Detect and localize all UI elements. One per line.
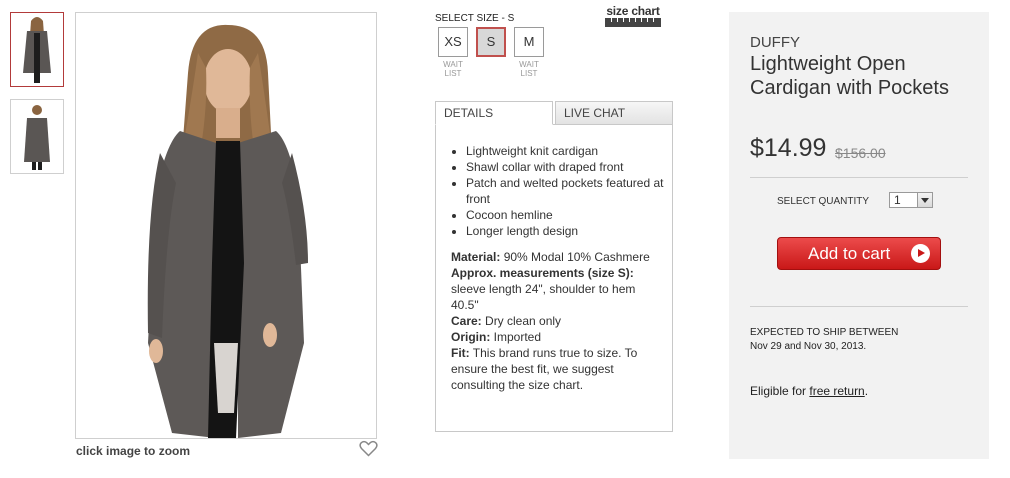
ship-estimate-heading: EXPECTED TO SHIP BETWEEN bbox=[750, 327, 899, 338]
ship-estimate-dates: Nov 29 and Nov 30, 2013. bbox=[750, 341, 867, 352]
size-chart-link[interactable]: size chart bbox=[605, 5, 661, 27]
quantity-value: 1 bbox=[894, 193, 901, 207]
buy-box: DUFFY Lightweight Open Cardigan with Poc… bbox=[729, 12, 989, 459]
size-option-m[interactable]: M bbox=[514, 27, 544, 57]
measure-label: Approx. measurements (size S): bbox=[451, 266, 634, 280]
origin-label: Origin: bbox=[451, 330, 491, 344]
size-option-s[interactable]: S bbox=[476, 27, 506, 57]
details-bullet-list: Lightweight knit cardigan Shawl collar w… bbox=[466, 143, 664, 239]
details-panel: Lightweight knit cardigan Shawl collar w… bbox=[435, 124, 673, 432]
size-chart-label: size chart bbox=[606, 4, 660, 18]
tab-details[interactable]: DETAILS bbox=[435, 101, 553, 125]
divider bbox=[750, 306, 968, 307]
fit-value: This brand runs true to size. To ensure … bbox=[451, 346, 638, 392]
add-to-cart-button[interactable]: Add to cart bbox=[777, 237, 941, 270]
return-eligibility-prefix: Eligible for bbox=[750, 384, 810, 398]
chevron-down-icon[interactable] bbox=[917, 193, 932, 207]
origin-value: Imported bbox=[490, 330, 542, 344]
tab-live-chat[interactable]: LIVE CHAT bbox=[555, 101, 673, 125]
measure-value: sleeve length 24", shoulder to hem 40.5" bbox=[451, 282, 636, 312]
original-price: $156.00 bbox=[835, 145, 886, 161]
add-to-cart-label: Add to cart bbox=[808, 244, 891, 263]
play-arrow-icon bbox=[911, 244, 930, 263]
sale-price: $14.99 bbox=[750, 134, 827, 162]
free-return-link[interactable]: free return bbox=[809, 384, 864, 398]
product-title: Lightweight Open Cardigan with Pockets bbox=[750, 53, 949, 99]
product-main-image[interactable] bbox=[75, 12, 377, 439]
product-specs: Material: 90% Modal 10% Cashmere Approx.… bbox=[451, 249, 663, 393]
return-eligibility: Eligible for free return. bbox=[750, 384, 868, 398]
fit-label: Fit: bbox=[451, 346, 470, 360]
thumbnail-back[interactable] bbox=[10, 99, 64, 174]
return-eligibility-suffix: . bbox=[864, 384, 869, 398]
material-value: 90% Modal 10% Cashmere bbox=[500, 250, 650, 264]
quantity-select[interactable]: 1 bbox=[889, 192, 933, 208]
divider bbox=[750, 177, 968, 178]
list-item: Lightweight knit cardigan bbox=[466, 143, 664, 159]
zoom-hint: click image to zoom bbox=[76, 444, 191, 458]
list-item: Longer length design bbox=[466, 223, 664, 239]
brand-name[interactable]: DUFFY bbox=[750, 34, 800, 51]
care-label: Care: bbox=[451, 314, 482, 328]
size-note-m: WAIT LIST bbox=[519, 60, 539, 78]
size-option-xs[interactable]: XS bbox=[438, 27, 468, 57]
size-note-xs: WAIT LIST bbox=[443, 60, 463, 78]
care-value: Dry clean only bbox=[481, 314, 562, 328]
heart-icon[interactable] bbox=[359, 440, 378, 457]
thumbnail-front[interactable] bbox=[10, 12, 64, 87]
size-selected-value: S bbox=[507, 13, 515, 24]
size-label: SELECT SIZE - S bbox=[435, 13, 514, 24]
quantity-label: SELECT QUANTITY bbox=[777, 196, 870, 207]
size-label-text: SELECT SIZE - bbox=[435, 13, 508, 24]
list-item: Patch and welted pockets featured at fro… bbox=[466, 175, 664, 207]
material-label: Material: bbox=[451, 250, 501, 264]
list-item: Cocoon hemline bbox=[466, 207, 664, 223]
list-item: Shawl collar with draped front bbox=[466, 159, 664, 175]
ruler-icon bbox=[605, 18, 661, 27]
